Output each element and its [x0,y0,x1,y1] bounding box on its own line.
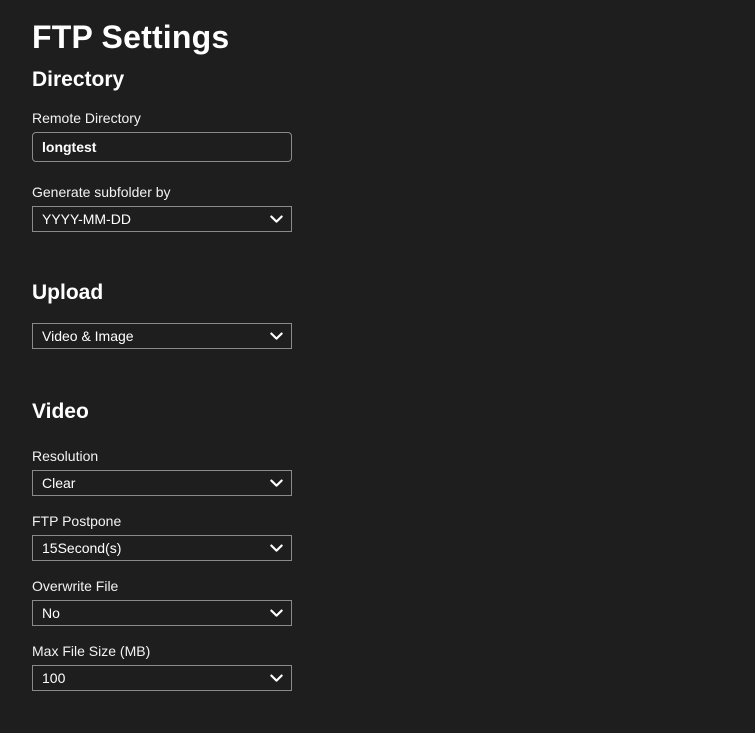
max-file-size-select-value[interactable]: 100 [32,665,292,691]
overwrite-file-select[interactable]: No [32,600,292,626]
field-upload-type: Video & Image [32,323,755,349]
label-overwrite-file: Overwrite File [32,578,119,594]
section-video: Video Resolution Clear FTP Postpone 15Se… [0,399,755,691]
label-max-file-size: Max File Size (MB) [32,643,151,659]
label-remote-directory: Remote Directory [32,110,141,126]
section-upload: Upload Video & Image [0,280,755,349]
ftp-postpone-select[interactable]: 15Second(s) [32,535,292,561]
section-heading-upload: Upload [32,281,104,304]
max-file-size-select[interactable]: 100 [32,665,292,691]
section-heading-video: Video [32,400,89,423]
field-resolution: Resolution Clear [32,447,755,496]
field-generate-subfolder: Generate subfolder by YYYY-MM-DD [32,183,755,232]
ftp-settings-page: FTP Settings Directory Remote Directory … [0,0,755,733]
field-remote-directory: Remote Directory [32,109,755,162]
page-title: FTP Settings [32,19,230,55]
field-ftp-postpone: FTP Postpone 15Second(s) [32,512,755,561]
remote-directory-input[interactable] [32,132,292,162]
resolution-select-value[interactable]: Clear [32,470,292,496]
section-heading-directory: Directory [32,68,125,91]
ftp-postpone-select-value[interactable]: 15Second(s) [32,535,292,561]
upload-type-select-value[interactable]: Video & Image [32,323,292,349]
label-ftp-postpone: FTP Postpone [32,513,122,529]
overwrite-file-select-value[interactable]: No [32,600,292,626]
upload-type-select[interactable]: Video & Image [32,323,292,349]
generate-subfolder-select-value[interactable]: YYYY-MM-DD [32,206,292,232]
resolution-select[interactable]: Clear [32,470,292,496]
field-overwrite-file: Overwrite File No [32,577,755,626]
section-directory: Directory Remote Directory Generate subf… [0,67,755,232]
label-resolution: Resolution [32,448,99,464]
generate-subfolder-select[interactable]: YYYY-MM-DD [32,206,292,232]
field-max-file-size: Max File Size (MB) 100 [32,642,755,691]
label-generate-subfolder: Generate subfolder by [32,184,171,200]
